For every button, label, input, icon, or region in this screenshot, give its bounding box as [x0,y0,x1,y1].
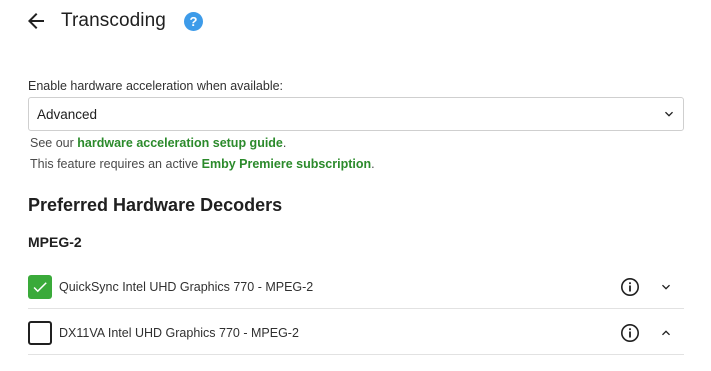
row-divider [28,354,684,355]
help-button[interactable]: ? [184,12,203,31]
decoder-label: DX11VA Intel UHD Graphics 770 - MPEG-2 [59,326,299,340]
chevron-up-icon [662,330,670,336]
decoder-label: QuickSync Intel UHD Graphics 770 - MPEG-… [59,280,314,294]
decoder-row: QuickSync Intel UHD Graphics 770 - MPEG-… [28,264,684,309]
decoder-info-button[interactable] [620,277,640,297]
page-title: Transcoding [61,10,166,31]
decoder-collapse-button[interactable] [658,325,674,341]
premiere-suffix: . [371,157,375,171]
setup-guide-note: See our hardware acceleration setup guid… [30,135,286,151]
chevron-down-icon [662,284,670,290]
row-divider [28,308,684,309]
decoder-group-title: MPEG-2 [28,234,82,250]
setup-guide-link[interactable]: hardware acceleration setup guide [77,136,283,150]
setup-guide-suffix: . [282,136,287,150]
premiere-prefix: This feature requires an active [30,157,202,171]
chevron-down-icon [665,111,673,117]
premiere-subscription-link[interactable]: Emby Premiere subscription [202,157,372,171]
hardware-acceleration-label: Enable hardware acceleration when availa… [28,79,284,93]
page-header: Transcoding ? [0,0,711,44]
decoder-checkbox[interactable] [28,321,52,345]
premiere-note: This feature requires an active Emby Pre… [30,156,375,172]
back-button[interactable] [24,9,48,33]
hardware-acceleration-value: Advanced [37,107,98,122]
setup-guide-prefix: See our [30,136,78,150]
arrow-left-icon [28,13,44,29]
section-title: Preferred Hardware Decoders [28,195,283,215]
question-icon: ? [189,14,198,29]
decoder-checkbox[interactable] [28,275,52,299]
hardware-acceleration-select[interactable]: Advanced [28,97,684,131]
info-icon [621,324,639,342]
decoder-info-button[interactable] [620,323,640,343]
check-icon [33,282,47,293]
decoder-expand-button[interactable] [658,279,674,295]
info-icon [621,278,639,296]
decoder-row: DX11VA Intel UHD Graphics 770 - MPEG-2 [28,310,684,355]
